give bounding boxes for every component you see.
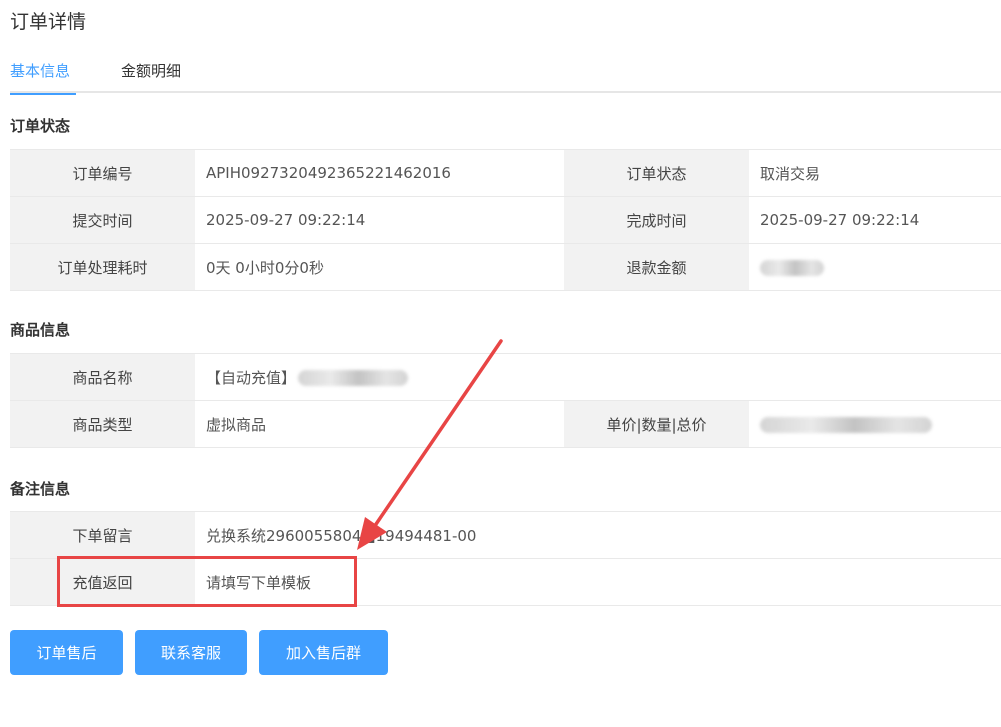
order-no-value: APIH0927320492365221462016 <box>195 149 564 197</box>
product-name-prefix: 【自动充值】 <box>206 368 297 387</box>
aftersale-button[interactable]: 订单售后 <box>10 630 123 675</box>
finish-time-value: 2025-09-27 09:22:14 <box>749 196 1001 244</box>
order-status-table: 订单编号 APIH0927320492365221462016 订单状态 取消交… <box>10 149 1001 291</box>
status-label: 订单状态 <box>564 149 749 197</box>
blurred-refund-amount <box>760 259 824 276</box>
blurred-price-quantity-total <box>760 416 932 433</box>
table-row: 提交时间 2025-09-27 09:22:14 完成时间 2025-09-27… <box>10 196 1001 244</box>
finish-time-label: 完成时间 <box>564 196 749 244</box>
contact-service-button[interactable]: 联系客服 <box>135 630 247 675</box>
tab-bar: 基本信息 金额明细 <box>10 56 1001 95</box>
table-row: 商品类型 虚拟商品 单价|数量|总价 <box>10 400 1001 448</box>
recharge-label: 充值返回 <box>10 558 195 606</box>
table-row: 订单处理耗时 0天 0小时0分0秒 退款金额 <box>10 243 1001 291</box>
duration-value: 0天 0小时0分0秒 <box>195 243 564 291</box>
message-value: 兑换系统2960055804■19494481-00 <box>195 511 1001 559</box>
status-value: 取消交易 <box>749 149 1001 197</box>
message-label: 下单留言 <box>10 511 195 559</box>
submit-time-value: 2025-09-27 09:22:14 <box>195 196 564 244</box>
table-row: 下单留言 兑换系统2960055804■19494481-00 <box>10 511 1001 559</box>
refund-value <box>749 243 1001 291</box>
section-title-order-status: 订单状态 <box>10 117 71 135</box>
product-type-value: 虚拟商品 <box>195 400 564 448</box>
price-label: 单价|数量|总价 <box>564 400 749 448</box>
page-title: 订单详情 <box>10 11 87 33</box>
table-row: 订单编号 APIH0927320492365221462016 订单状态 取消交… <box>10 149 1001 197</box>
section-title-product-info: 商品信息 <box>10 321 71 339</box>
order-no-label: 订单编号 <box>10 149 195 197</box>
tab-basic-info[interactable]: 基本信息 <box>10 60 76 95</box>
tab-amount-detail[interactable]: 金额明细 <box>121 60 191 93</box>
product-info-table: 商品名称 【自动充值】 商品类型 虚拟商品 单价|数量|总价 <box>10 353 1001 448</box>
product-type-label: 商品类型 <box>10 400 195 448</box>
submit-time-label: 提交时间 <box>10 196 195 244</box>
duration-label: 订单处理耗时 <box>10 243 195 291</box>
table-row: 商品名称 【自动充值】 <box>10 353 1001 401</box>
table-row: 充值返回 请填写下单模板 <box>10 558 1001 606</box>
join-aftersale-group-button[interactable]: 加入售后群 <box>259 630 388 675</box>
refund-label: 退款金额 <box>564 243 749 291</box>
section-title-remark-info: 备注信息 <box>10 480 71 498</box>
price-value <box>749 400 1001 448</box>
product-name-label: 商品名称 <box>10 353 195 401</box>
product-name-value: 【自动充值】 <box>195 353 1001 401</box>
remark-info-table: 下单留言 兑换系统2960055804■19494481-00 充值返回 请填写… <box>10 511 1001 606</box>
blurred-product-name <box>298 370 409 386</box>
recharge-value: 请填写下单模板 <box>195 558 1001 606</box>
